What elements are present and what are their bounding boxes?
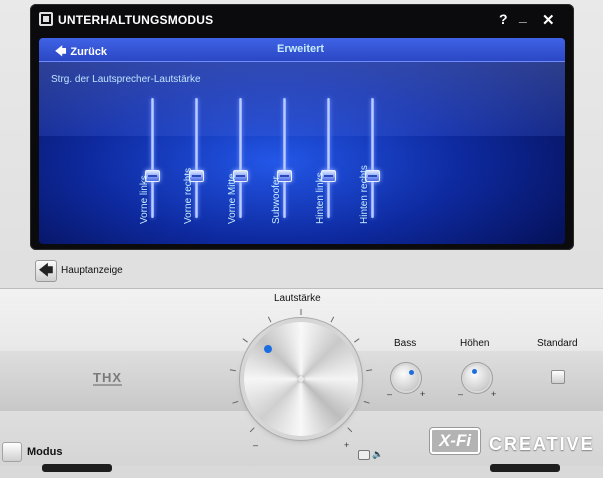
right-foot [490, 464, 560, 472]
xfi-logo: X-Fi [430, 428, 480, 454]
minimize-button[interactable]: _ [519, 8, 527, 24]
app-icon [39, 12, 53, 26]
home-button[interactable]: 🡄 [35, 260, 57, 282]
back-label: Zurück [70, 46, 108, 58]
bass-plus-label: + [420, 389, 426, 399]
mute-checkbox[interactable] [358, 450, 370, 460]
creative-logo: CREATIVE [489, 434, 595, 454]
display-shell: UNTERHALTUNGSMODUS ? _ ✕ 🡄 Zurück Erweite… [30, 4, 574, 250]
slider-label: Vorne Mitte [227, 173, 238, 224]
scale-tick [249, 427, 255, 433]
speaker-panel: 🡄 Zurück Erweitert Strg. der Lautsprecher… [39, 38, 565, 244]
standard-button[interactable] [551, 370, 565, 384]
slider-track[interactable] [371, 98, 374, 218]
panel-subtitle: Strg. der Lautsprecher-Lautstärke [51, 74, 201, 85]
treble-indicator [472, 369, 477, 374]
slider-track[interactable] [283, 98, 286, 218]
slider-label: Vorne rechts [183, 167, 194, 224]
treble-knob[interactable] [464, 365, 490, 391]
speaker-slider[interactable]: Vorne Mitte [227, 98, 255, 224]
help-button[interactable]: ? [499, 11, 508, 27]
treble-minus-label: – [458, 389, 464, 399]
slider-track[interactable] [195, 98, 198, 218]
slider-label: Hinten rechts [359, 165, 370, 224]
speaker-slider[interactable]: Vorne rechts [183, 98, 211, 224]
close-button[interactable]: ✕ [542, 11, 555, 29]
bass-indicator [409, 370, 414, 375]
speaker-slider[interactable]: Hinten rechts [359, 98, 387, 224]
home-label: Hauptanzeige [61, 265, 123, 276]
treble-label: Höhen [460, 338, 490, 349]
scale-tick [354, 338, 360, 343]
back-arrow-icon: 🡄 [55, 46, 67, 58]
scale-tick [366, 369, 373, 372]
title-bar: UNTERHALTUNGSMODUS ? _ ✕ [30, 4, 574, 34]
back-arrow-icon: 🡄 [38, 262, 54, 278]
slider-label: Subwoofer [271, 176, 282, 224]
volume-label: Lautstärke [274, 293, 321, 304]
speaker-slider[interactable]: Vorne links [139, 98, 167, 224]
scale-tick [267, 316, 272, 323]
bass-knob[interactable] [393, 365, 419, 391]
scale-tick [347, 427, 353, 433]
thx-logo: THX [93, 370, 122, 386]
volume-minus-label: – [253, 440, 259, 450]
bass-minus-label: – [387, 389, 393, 399]
speaker-icon: 🔈 [372, 449, 384, 459]
volume-plus-label: + [344, 440, 350, 450]
scale-tick [232, 400, 239, 404]
slider-track[interactable] [327, 98, 330, 218]
volume-knob[interactable] [244, 322, 358, 436]
app-window: UNTERHALTUNGSMODUS ? _ ✕ 🡄 Zurück Erweite… [0, 0, 603, 478]
standard-label: Standard [537, 338, 578, 349]
mode-button[interactable] [2, 442, 22, 462]
treble-plus-label: + [491, 389, 497, 399]
mode-label: Modus [27, 446, 63, 458]
scale-tick [363, 400, 370, 404]
scale-tick [330, 316, 335, 323]
slider-track[interactable] [239, 98, 242, 218]
scale-tick [229, 369, 236, 372]
slider-label: Vorne links [139, 175, 150, 224]
slider-label: Hinten links [315, 172, 326, 224]
left-foot [42, 464, 112, 472]
window-title: UNTERHALTUNGSMODUS [58, 13, 214, 27]
speaker-slider[interactable]: Subwoofer [271, 98, 299, 224]
tab-advanced[interactable]: Erweitert [277, 43, 324, 55]
speaker-slider[interactable]: Hinten links [315, 98, 343, 224]
scale-tick [242, 338, 248, 343]
panel-header: 🡄 Zurück Erweitert [39, 38, 565, 62]
bass-label: Bass [394, 338, 417, 349]
slider-track[interactable] [151, 98, 154, 218]
back-button[interactable]: 🡄 Zurück [55, 43, 107, 62]
